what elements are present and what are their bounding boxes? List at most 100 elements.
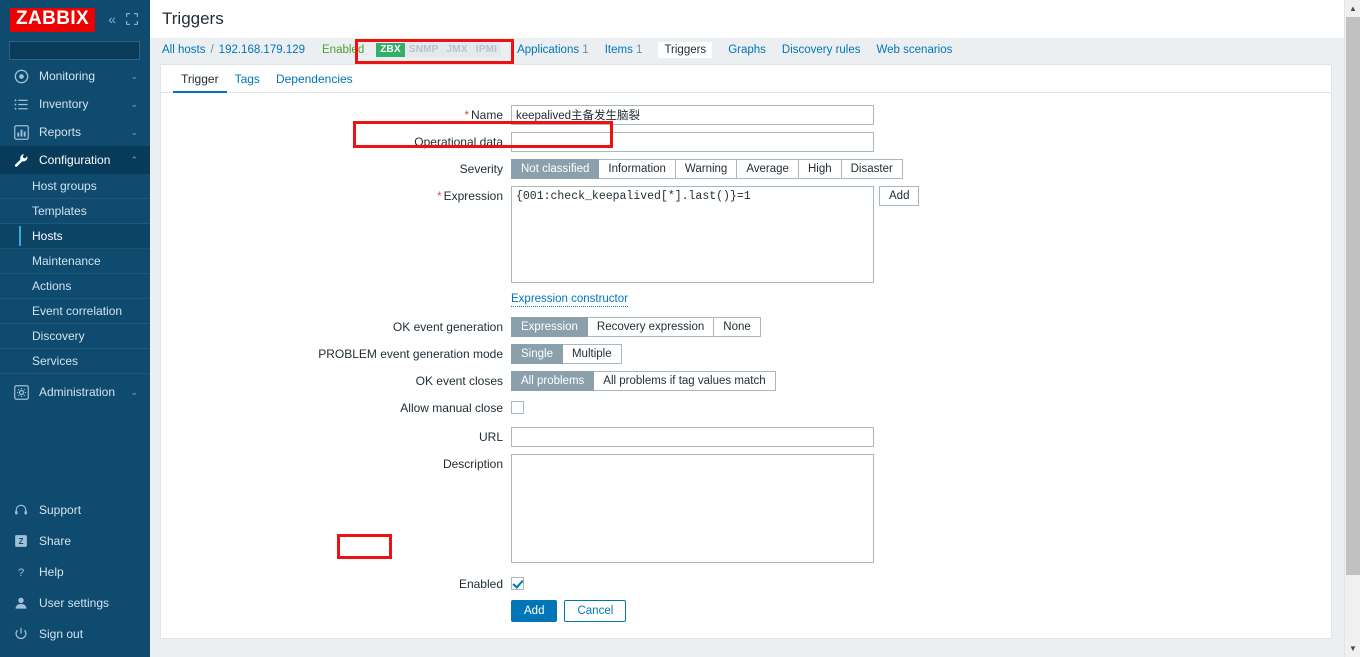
- expression-constructor-wrap: Expression constructor: [511, 291, 874, 307]
- sidebar-subitem-label: Actions: [32, 279, 72, 293]
- sidebar-item-host-groups[interactable]: Host groups: [0, 174, 150, 199]
- ok-event-closes-option-tag-match[interactable]: All problems if tag values match: [594, 371, 776, 391]
- expression-constructor-link[interactable]: Expression constructor: [511, 293, 628, 307]
- sidebar-item-services[interactable]: Services: [0, 349, 150, 374]
- description-textarea[interactable]: [511, 454, 874, 563]
- sidebar-subitem-label: Discovery: [32, 329, 85, 343]
- tab-tags[interactable]: Tags: [227, 72, 268, 92]
- ok-event-closes-option-all-problems[interactable]: All problems: [511, 371, 595, 391]
- sidebar-item-configuration[interactable]: Configuration ⌃: [0, 146, 150, 174]
- problem-event-option-single[interactable]: Single: [511, 344, 563, 364]
- scrollbar-thumb[interactable]: [1346, 17, 1360, 575]
- chevron-up-icon: ⌃: [130, 154, 138, 165]
- breadcrumb: All hosts / 192.168.179.129 Enabled ZBX …: [150, 38, 1360, 62]
- sidebar-item-maintenance[interactable]: Maintenance: [0, 249, 150, 274]
- severity-option-average[interactable]: Average: [737, 159, 799, 179]
- name-label: * Name: [464, 108, 503, 122]
- subnav-graphs[interactable]: Graphs: [728, 44, 766, 56]
- problem-event-generation-mode-group: Single Multiple: [511, 344, 622, 364]
- sidebar-item-inventory[interactable]: Inventory ⌄: [0, 90, 150, 118]
- cancel-button[interactable]: Cancel: [564, 600, 627, 622]
- severity-field-wrap: Not classified Information Warning Avera…: [511, 159, 903, 179]
- question-icon: ?: [12, 565, 30, 579]
- bar-chart-icon: [12, 124, 30, 140]
- sidebar-item-help[interactable]: ? Help: [0, 556, 150, 587]
- sidebar-item-monitoring[interactable]: Monitoring ⌄: [0, 62, 150, 90]
- share-z-icon: Z: [12, 534, 30, 548]
- sidebar-item-sign-out[interactable]: Sign out: [0, 618, 150, 649]
- severity-option-information[interactable]: Information: [599, 159, 676, 179]
- add-button[interactable]: Add: [511, 600, 558, 622]
- subnav-count: 1: [582, 44, 589, 56]
- ok-event-option-none[interactable]: None: [714, 317, 761, 337]
- required-marker: *: [436, 189, 442, 203]
- ok-event-option-recovery-expression[interactable]: Recovery expression: [587, 317, 715, 337]
- sidebar-item-label: Configuration: [39, 153, 111, 167]
- sidebar-item-discovery[interactable]: Discovery: [0, 324, 150, 349]
- svg-text:Z: Z: [19, 537, 24, 546]
- row-url: URL: [161, 427, 1331, 447]
- url-input[interactable]: [511, 427, 874, 447]
- sidebar-item-label: Sign out: [39, 626, 84, 641]
- operational-data-input[interactable]: [511, 132, 874, 152]
- breadcrumb-host[interactable]: 192.168.179.129: [219, 44, 305, 56]
- severity-option-high[interactable]: High: [798, 159, 842, 179]
- row-operational-data: Operational data: [161, 132, 1331, 152]
- expression-add-button[interactable]: Add: [879, 186, 920, 206]
- subnav-applications[interactable]: Applications 1: [517, 44, 589, 56]
- tab-trigger[interactable]: Trigger: [173, 72, 227, 93]
- sidebar-subitem-label: Services: [32, 354, 79, 368]
- sidebar-item-hosts[interactable]: Hosts: [0, 224, 150, 249]
- host-subnav: Applications 1 Items 1 Triggers Graphs D…: [517, 42, 952, 58]
- sidebar-nav: Monitoring ⌄ Inventory ⌄ Reports ⌄ Confi…: [0, 62, 150, 406]
- scroll-down-arrow-icon[interactable]: ▼: [1345, 640, 1360, 657]
- subnav-web-scenarios[interactable]: Web scenarios: [877, 44, 953, 56]
- enabled-label: Enabled: [458, 577, 503, 591]
- breadcrumb-separator: /: [210, 44, 214, 56]
- breadcrumb-all-hosts[interactable]: All hosts: [162, 44, 205, 56]
- sidebar-item-user-settings[interactable]: User settings: [0, 587, 150, 618]
- expression-textarea[interactable]: {001:check_keepalived[*].last()}=1: [511, 186, 874, 283]
- row-form-actions: Add Cancel: [161, 600, 1331, 622]
- tab-dependencies[interactable]: Dependencies: [268, 72, 361, 92]
- chevron-down-icon: ⌄: [130, 126, 138, 137]
- subnav-triggers[interactable]: Triggers: [658, 42, 713, 58]
- allow-manual-close-label: Allow manual close: [400, 401, 503, 415]
- list-icon: [12, 97, 30, 112]
- severity-option-not-classified[interactable]: Not classified: [511, 159, 600, 179]
- sidebar-item-event-correlation[interactable]: Event correlation: [0, 299, 150, 324]
- operational-data-field-wrap: [511, 132, 874, 152]
- name-input[interactable]: [511, 105, 874, 125]
- scroll-up-arrow-icon[interactable]: ▲: [1345, 0, 1360, 17]
- problem-event-generation-mode-label: PROBLEM event generation mode: [318, 347, 503, 361]
- power-icon: [12, 627, 30, 641]
- severity-label: Severity: [459, 162, 503, 176]
- sidebar-item-actions[interactable]: Actions: [0, 274, 150, 299]
- search-input[interactable]: [10, 43, 159, 58]
- severity-option-disaster[interactable]: Disaster: [841, 159, 903, 179]
- sidebar-search[interactable]: [9, 41, 172, 60]
- ok-event-option-expression[interactable]: Expression: [511, 317, 588, 337]
- sidebar-subitem-label: Host groups: [32, 179, 97, 193]
- main-content: Triggers All hosts / 192.168.179.129 Ena…: [150, 0, 1360, 657]
- allow-manual-close-checkbox[interactable]: [511, 401, 524, 414]
- sidebar-subitem-label: Templates: [32, 204, 87, 218]
- problem-event-option-multiple[interactable]: Multiple: [562, 344, 622, 364]
- zabbix-logo[interactable]: ZABBIX: [10, 8, 96, 32]
- chevron-double-left-icon[interactable]: «: [108, 12, 116, 26]
- badge-zbx: ZBX: [376, 43, 405, 57]
- host-status[interactable]: Enabled: [322, 44, 364, 56]
- sidebar-item-support[interactable]: Support: [0, 494, 150, 525]
- kiosk-mode-icon[interactable]: [125, 12, 139, 26]
- sidebar-item-share[interactable]: Z Share: [0, 525, 150, 556]
- sidebar-subitem-label: Maintenance: [32, 254, 101, 268]
- sidebar-item-administration[interactable]: Administration ⌄: [0, 378, 150, 406]
- severity-option-warning[interactable]: Warning: [675, 159, 738, 179]
- enabled-checkbox[interactable]: [511, 577, 524, 590]
- vertical-scrollbar[interactable]: ▲ ▼: [1344, 0, 1360, 657]
- sidebar-item-reports[interactable]: Reports ⌄: [0, 118, 150, 146]
- subnav-items[interactable]: Items 1: [605, 44, 643, 56]
- subnav-discovery-rules[interactable]: Discovery rules: [782, 44, 861, 56]
- sidebar-subitem-label: Hosts: [32, 229, 63, 243]
- sidebar-item-templates[interactable]: Templates: [0, 199, 150, 224]
